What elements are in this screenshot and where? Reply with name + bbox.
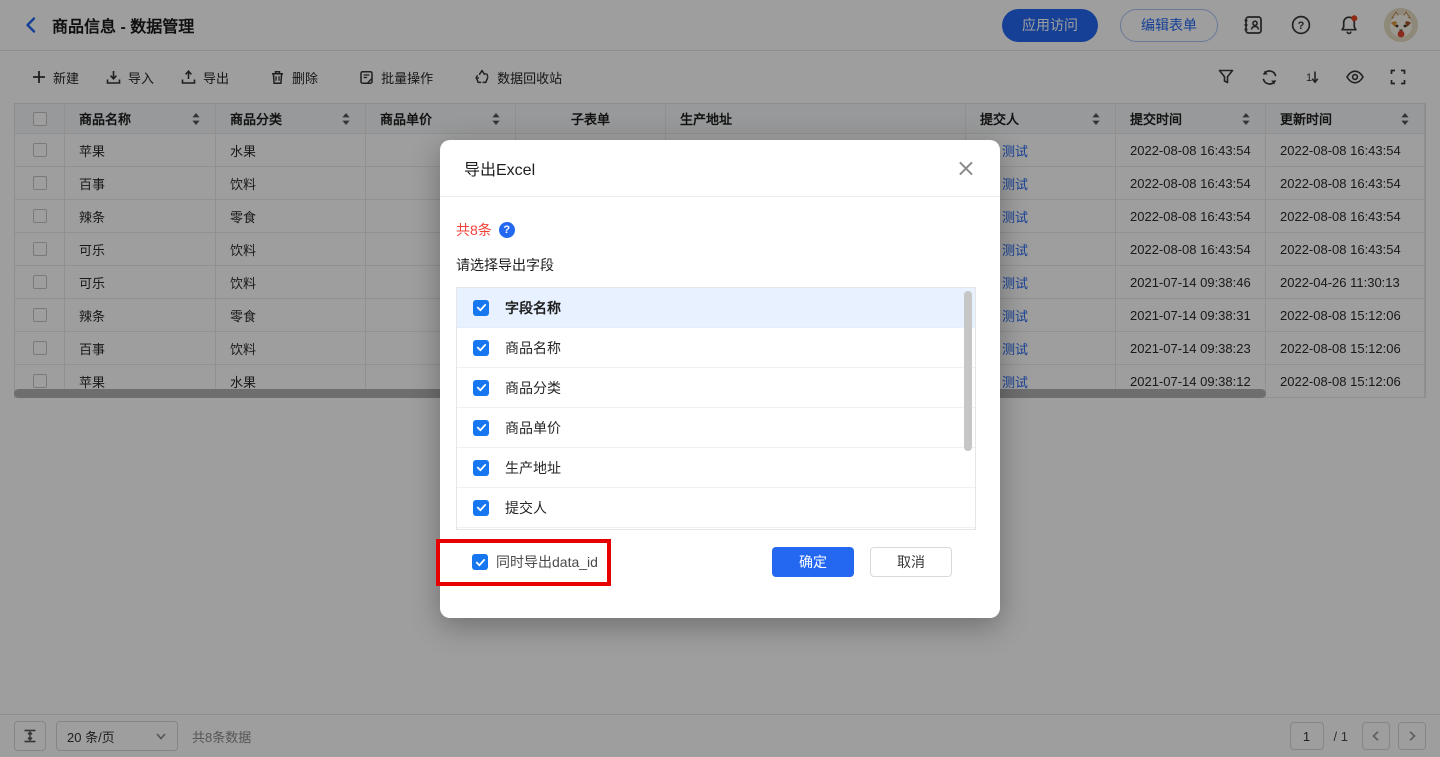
export-field-list: 字段名称商品名称商品分类商品单价生产地址提交人 — [456, 287, 976, 530]
field-option[interactable]: 提交人 — [457, 488, 975, 528]
record-count-text: 共8条 — [456, 220, 492, 240]
field-option[interactable]: 商品单价 — [457, 408, 975, 448]
help-circle-icon[interactable]: ? — [499, 222, 515, 238]
field-option[interactable]: 商品名称 — [457, 328, 975, 368]
export-excel-modal: 导出Excel × 共8条 ? 请选择导出字段 字段名称商品名称商品分类商品单价… — [440, 140, 1000, 618]
data-id-label: 同时导出data_id — [496, 552, 598, 572]
field-checkbox[interactable] — [473, 340, 489, 356]
field-checkbox[interactable] — [473, 300, 489, 316]
export-data-id-option[interactable]: 同时导出data_id — [472, 552, 598, 572]
modal-title: 导出Excel — [464, 156, 535, 180]
confirm-button[interactable]: 确定 — [772, 547, 854, 577]
field-checkbox[interactable] — [473, 500, 489, 516]
close-icon[interactable]: × — [956, 156, 976, 180]
cancel-button[interactable]: 取消 — [870, 547, 952, 577]
vertical-scrollbar[interactable] — [964, 291, 972, 451]
field-checkbox[interactable] — [473, 380, 489, 396]
modal-header: 导出Excel × — [440, 140, 1000, 197]
field-checkbox[interactable] — [473, 420, 489, 436]
field-option[interactable]: 商品分类 — [457, 368, 975, 408]
field-option[interactable]: 生产地址 — [457, 448, 975, 488]
field-list-header[interactable]: 字段名称 — [457, 288, 975, 328]
select-fields-hint: 请选择导出字段 — [456, 255, 976, 275]
field-checkbox[interactable] — [473, 460, 489, 476]
data-id-checkbox[interactable] — [472, 554, 488, 570]
